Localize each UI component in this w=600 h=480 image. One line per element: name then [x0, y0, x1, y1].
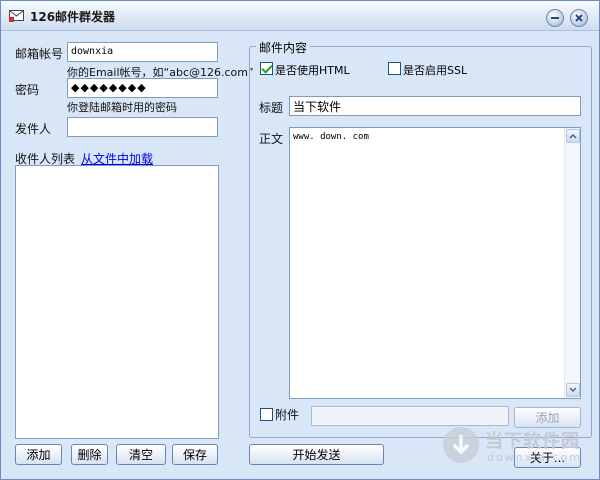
- body-label: 正文: [259, 132, 284, 146]
- body-textarea[interactable]: www. down. com: [289, 127, 581, 399]
- subject-label: 标题: [259, 101, 284, 115]
- watermark-logo: 当下软件园 downxia.com: [437, 421, 597, 471]
- save-recipients-button[interactable]: 保存: [172, 444, 218, 465]
- password-label: 密码: [15, 83, 40, 97]
- password-hint: 你登陆邮箱时用的密码: [67, 101, 177, 114]
- chevron-down-icon: [569, 387, 577, 393]
- use-ssl-label: 是否启用SSL: [403, 64, 468, 77]
- delete-recipient-button[interactable]: 删除: [71, 444, 108, 465]
- email-field[interactable]: downxia: [67, 42, 218, 62]
- subject-field[interactable]: 当下软件: [289, 96, 581, 116]
- use-html-checkbox[interactable]: [260, 62, 273, 75]
- clear-recipients-button[interactable]: 清空: [116, 444, 166, 465]
- window-title: 126邮件群发器: [30, 10, 116, 24]
- app-envelope-icon: [9, 10, 24, 22]
- email-label: 邮箱帐号: [15, 47, 64, 61]
- sender-label: 发件人: [15, 122, 52, 136]
- recipient-list[interactable]: [15, 165, 219, 439]
- mail-content-group-title: 邮件内容: [256, 39, 311, 56]
- password-field[interactable]: ◆◆◆◆◆◆◆◆: [67, 78, 218, 98]
- minimize-icon: [551, 17, 559, 19]
- use-html-label: 是否使用HTML: [275, 64, 350, 77]
- start-send-button[interactable]: 开始发送: [249, 444, 384, 465]
- attachment-checkbox[interactable]: [260, 408, 273, 421]
- minimize-button[interactable]: [546, 9, 564, 27]
- scroll-down-button[interactable]: [566, 383, 580, 397]
- close-button[interactable]: [570, 9, 588, 27]
- scroll-up-button[interactable]: [566, 129, 580, 143]
- close-icon: [575, 14, 583, 22]
- body-scrollbar[interactable]: [564, 128, 580, 398]
- add-recipient-button[interactable]: 添加: [15, 444, 62, 465]
- sender-field[interactable]: [67, 117, 218, 137]
- watermark-domain: downxia.com: [487, 451, 582, 464]
- chevron-up-icon: [569, 133, 577, 139]
- use-ssl-checkbox[interactable]: [388, 62, 401, 75]
- title-bar[interactable]: 126邮件群发器: [1, 1, 599, 31]
- download-icon: [443, 427, 479, 463]
- main-window: 126邮件群发器 邮箱帐号 downxia 你的Email帐号，如“abc@12…: [0, 0, 600, 480]
- attachment-label: 附件: [275, 408, 300, 422]
- watermark-brand: 当下软件园: [485, 431, 580, 452]
- body-text: www. down. com: [293, 132, 369, 142]
- download-arrow-icon: [452, 435, 470, 455]
